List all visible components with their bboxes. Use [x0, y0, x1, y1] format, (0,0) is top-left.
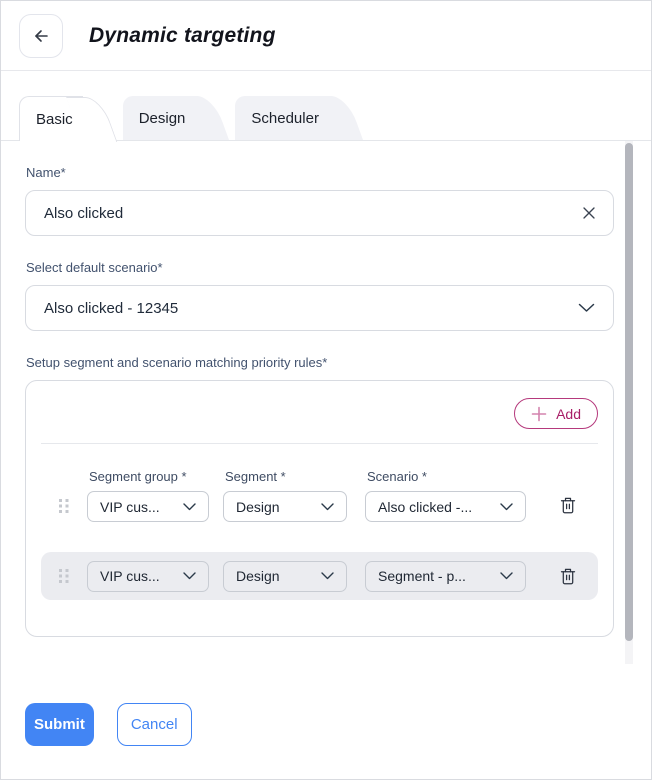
cancel-button[interactable]: Cancel	[117, 703, 192, 746]
scenario-value-row1: Also clicked -...	[378, 499, 472, 515]
name-field-label: Name*	[26, 165, 612, 180]
dynamic-targeting-window: Dynamic targeting Basic Design Scheduler…	[0, 0, 652, 780]
trash-icon	[559, 496, 577, 515]
chevron-down-icon	[183, 572, 196, 580]
chevron-down-icon	[578, 303, 595, 313]
scrollbar-track[interactable]	[625, 141, 633, 664]
tab-scheduler[interactable]: Scheduler	[235, 96, 329, 140]
segment-group-value-row1: VIP cus...	[100, 499, 160, 515]
header: Dynamic targeting	[1, 1, 651, 71]
segment-group-value-row2: VIP cus...	[100, 568, 160, 584]
rule-row-1: Segment group * VIP cus... Segment * Des…	[41, 469, 598, 522]
scenario-select-row1[interactable]: Also clicked -...	[365, 491, 526, 522]
chevron-down-icon	[500, 572, 513, 580]
segment-select-row1[interactable]: Design	[223, 491, 347, 522]
segment-group-select-row2[interactable]: VIP cus...	[87, 561, 209, 592]
name-input[interactable]	[25, 190, 614, 236]
segment-group-select-row1[interactable]: VIP cus...	[87, 491, 209, 522]
scrollbar-thumb[interactable]	[625, 143, 633, 641]
default-scenario-label: Select default scenario*	[26, 260, 612, 275]
footer-actions: Submit Cancel	[1, 664, 651, 746]
segment-group-header: Segment group *	[89, 469, 209, 484]
add-rule-label: Add	[556, 406, 581, 422]
clear-name-button[interactable]	[578, 202, 600, 224]
close-icon	[582, 206, 596, 220]
chevron-down-icon	[500, 503, 513, 511]
delete-rule-button-row2[interactable]	[556, 564, 580, 588]
chevron-down-icon	[183, 503, 196, 511]
plus-icon	[531, 406, 547, 422]
rules-toolbar: Add	[41, 398, 598, 443]
chevron-down-icon	[321, 572, 334, 580]
segment-select-row2[interactable]: Design	[223, 561, 347, 592]
segment-group-column: Segment group * VIP cus...	[87, 469, 209, 522]
scenario-value-row2: Segment - p...	[378, 568, 466, 584]
tab-basic-label: Basic	[36, 111, 73, 128]
scenario-select-row2[interactable]: Segment - p...	[365, 561, 526, 592]
tab-design-label: Design	[139, 110, 186, 127]
rules-section-label: Setup segment and scenario matching prio…	[26, 355, 612, 370]
back-button[interactable]	[19, 14, 63, 58]
segment-value-row2: Design	[236, 568, 280, 584]
rules-divider	[41, 443, 598, 444]
form-content: Name* Select default scenario* Also clic…	[1, 140, 651, 664]
tab-design[interactable]: Design	[123, 96, 196, 140]
drag-handle-icon[interactable]	[59, 499, 69, 513]
rules-card: Add Segment group * VIP cus...	[25, 380, 614, 637]
add-rule-button[interactable]: Add	[514, 398, 598, 429]
drag-handle-icon[interactable]	[59, 569, 69, 583]
scenario-column: Scenario * Also clicked -...	[365, 469, 526, 522]
name-field-wrap	[25, 190, 614, 236]
delete-rule-button-row1[interactable]	[556, 493, 580, 517]
scenario-header: Scenario *	[367, 469, 526, 484]
rule-row-2: VIP cus... Design Segment - p...	[41, 552, 598, 600]
segment-header: Segment *	[225, 469, 347, 484]
trash-icon	[559, 567, 577, 586]
segment-column: Segment * Design	[223, 469, 347, 522]
default-scenario-value: Also clicked - 12345	[44, 300, 178, 317]
tabbar: Basic Design Scheduler	[1, 96, 651, 140]
page-title: Dynamic targeting	[89, 24, 276, 48]
tab-basic[interactable]: Basic	[19, 96, 83, 141]
segment-value-row1: Design	[236, 499, 280, 515]
arrow-left-icon	[31, 26, 51, 46]
tab-scheduler-label: Scheduler	[251, 110, 319, 127]
submit-button[interactable]: Submit	[25, 703, 94, 746]
default-scenario-select[interactable]: Also clicked - 12345	[25, 285, 614, 331]
chevron-down-icon	[321, 503, 334, 511]
